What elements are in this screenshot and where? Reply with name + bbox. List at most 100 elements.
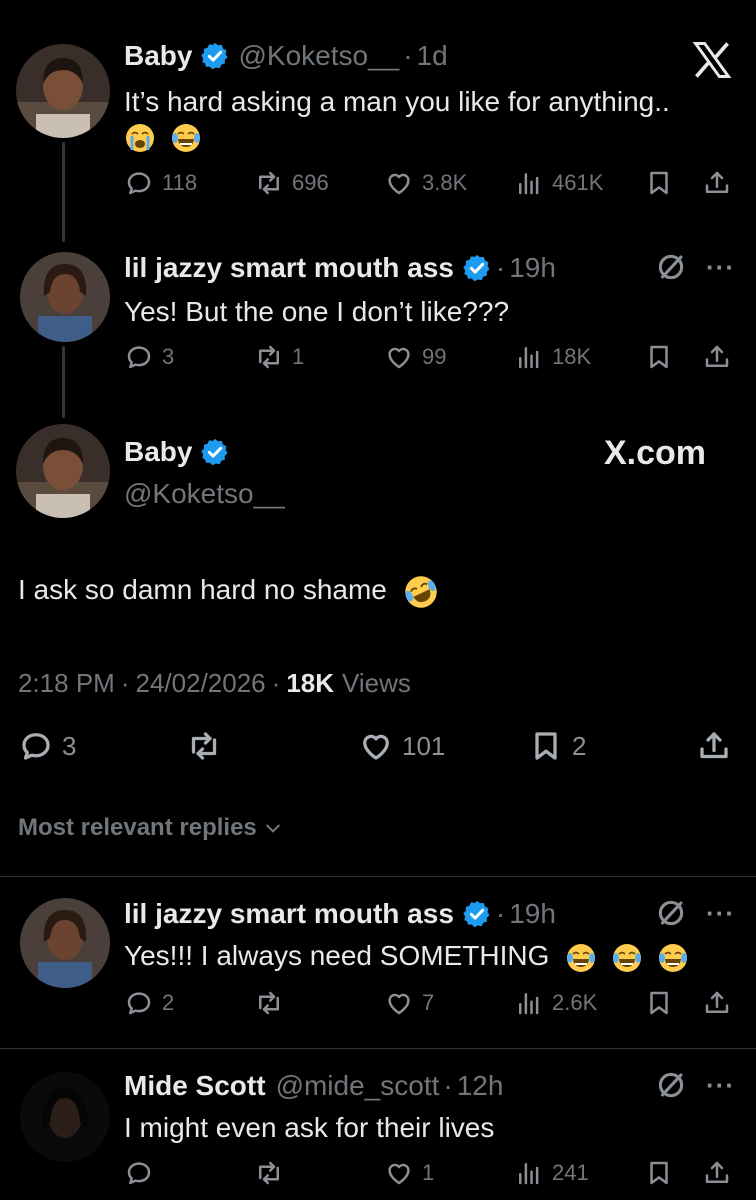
divider [0, 876, 756, 877]
post-time[interactable]: 1d [417, 40, 448, 72]
loudly-crying-face-icon [124, 122, 156, 154]
repost-button[interactable]: 696 [254, 168, 329, 198]
tears-of-joy-face-icon [611, 942, 643, 974]
more-icon[interactable]: ··· [706, 1070, 735, 1101]
share-button[interactable] [696, 728, 732, 764]
post-header: Baby @Koketso__ · 1d [124, 40, 448, 72]
separator: · [271, 668, 281, 698]
like-button[interactable]: 7 [384, 988, 434, 1018]
like-count: 7 [422, 990, 435, 1015]
reply-button[interactable]: 3 [18, 728, 76, 764]
bookmark-button[interactable] [644, 1158, 674, 1188]
main-actions: 3 101 2 [0, 728, 756, 768]
verified-badge-icon [462, 899, 492, 929]
share-button[interactable] [702, 168, 732, 198]
chevron-down-icon [265, 824, 280, 833]
tears-of-joy-face-icon [657, 942, 689, 974]
separator: · [403, 40, 413, 71]
author-name[interactable]: Baby [124, 436, 192, 468]
grok-icon[interactable] [654, 250, 688, 289]
reply-actions: 1 241 [0, 1158, 756, 1198]
avatar[interactable] [20, 252, 110, 342]
repost-count: 1 [292, 344, 305, 369]
main-header: Baby [124, 436, 230, 468]
share-button[interactable] [702, 1158, 732, 1188]
reply-actions: 2 7 2.6K [0, 988, 756, 1028]
author-handle[interactable]: @mide_scott [276, 1070, 440, 1102]
reply-count: 3 [162, 344, 175, 369]
author-name[interactable]: lil jazzy smart mouth ass [124, 898, 454, 930]
tears-of-joy-face-icon [565, 942, 597, 974]
avatar[interactable] [16, 424, 110, 518]
main-text-row: I ask so damn hard no shame [18, 572, 439, 610]
avatar[interactable] [20, 898, 110, 988]
like-count: 101 [402, 730, 446, 761]
sort-dropdown[interactable]: Most relevant replies [18, 814, 283, 842]
views-count: 2.6K [552, 990, 598, 1015]
verified-badge-icon [462, 253, 492, 283]
post-time[interactable]: 19h [509, 252, 556, 284]
like-count: 1 [422, 1160, 435, 1185]
share-button[interactable] [702, 988, 732, 1018]
reply-count: 2 [162, 990, 175, 1015]
post-time[interactable]: 12h [457, 1070, 504, 1102]
views-count: 18K [552, 344, 592, 369]
views-button[interactable]: 18K [514, 342, 591, 372]
brand-label: X.com [604, 434, 707, 472]
bookmark-button[interactable] [644, 988, 674, 1018]
x-logo-icon[interactable] [690, 38, 734, 82]
grok-icon[interactable] [654, 1068, 688, 1107]
post-time[interactable]: 19h [509, 898, 556, 930]
repost-button[interactable]: 1 [254, 342, 304, 372]
post-meta: 2:18 PM · 24/02/2026 · 18K Views [18, 668, 411, 699]
author-name[interactable]: lil jazzy smart mouth ass [124, 252, 454, 284]
separator: · [443, 1070, 453, 1101]
like-button[interactable]: 1 [384, 1158, 434, 1188]
like-button[interactable]: 3.8K [384, 168, 467, 198]
author-handle[interactable]: @Koketso__ [238, 40, 399, 72]
reply-header: lil jazzy smart mouth ass · 19h [124, 898, 556, 930]
tears-of-joy-face-icon [170, 122, 202, 154]
author-name[interactable]: Mide Scott [124, 1070, 266, 1102]
repost-button[interactable] [186, 728, 222, 764]
separator: · [495, 898, 506, 929]
verified-badge-icon [200, 41, 230, 71]
reply-button[interactable]: 3 [124, 342, 174, 372]
grok-icon[interactable] [654, 896, 688, 935]
repost-button[interactable] [254, 988, 284, 1018]
repost-button[interactable] [254, 1158, 284, 1188]
reply-button[interactable]: 2 [124, 988, 174, 1018]
more-icon[interactable]: ··· [706, 898, 735, 929]
reply-count: 118 [162, 170, 198, 195]
views-button[interactable]: 2.6K [514, 988, 597, 1018]
views-count: 461K [552, 170, 604, 195]
author-name[interactable]: Baby [124, 40, 192, 72]
post-date[interactable]: 24/02/2026 [136, 668, 266, 699]
post-time[interactable]: 2:18 PM [18, 668, 115, 699]
bookmark-button[interactable]: 2 [528, 728, 586, 764]
like-button[interactable]: 101 [358, 728, 445, 764]
views-button[interactable]: 241 [514, 1158, 589, 1188]
separator: · [120, 668, 130, 698]
views-button[interactable]: 461K [514, 168, 603, 198]
avatar[interactable] [16, 44, 110, 138]
avatar[interactable] [20, 1072, 110, 1162]
reply-text: Yes! But the one I don’t like??? [124, 296, 510, 327]
share-button[interactable] [702, 342, 732, 372]
post-text: It’s hard asking a man you like for anyt… [124, 86, 670, 117]
more-icon[interactable]: ··· [706, 252, 735, 283]
main-text: I ask so damn hard no shame [18, 574, 387, 605]
bookmark-button[interactable] [644, 342, 674, 372]
like-count: 99 [422, 344, 447, 369]
bookmark-button[interactable] [644, 168, 674, 198]
reply-button[interactable] [124, 1158, 154, 1188]
reply-actions: 3 1 99 18K [0, 342, 756, 382]
repost-count: 696 [292, 170, 329, 195]
verified-badge-icon [200, 437, 230, 467]
author-handle[interactable]: @Koketso__ [124, 478, 285, 510]
reply-header: Mide Scott @mide_scott · 12h [124, 1070, 503, 1102]
reply-text-row: Yes!!! I always need SOMETHING [124, 938, 689, 974]
like-button[interactable]: 99 [384, 342, 446, 372]
post-emojis [124, 122, 202, 154]
reply-button[interactable]: 118 [124, 168, 197, 198]
